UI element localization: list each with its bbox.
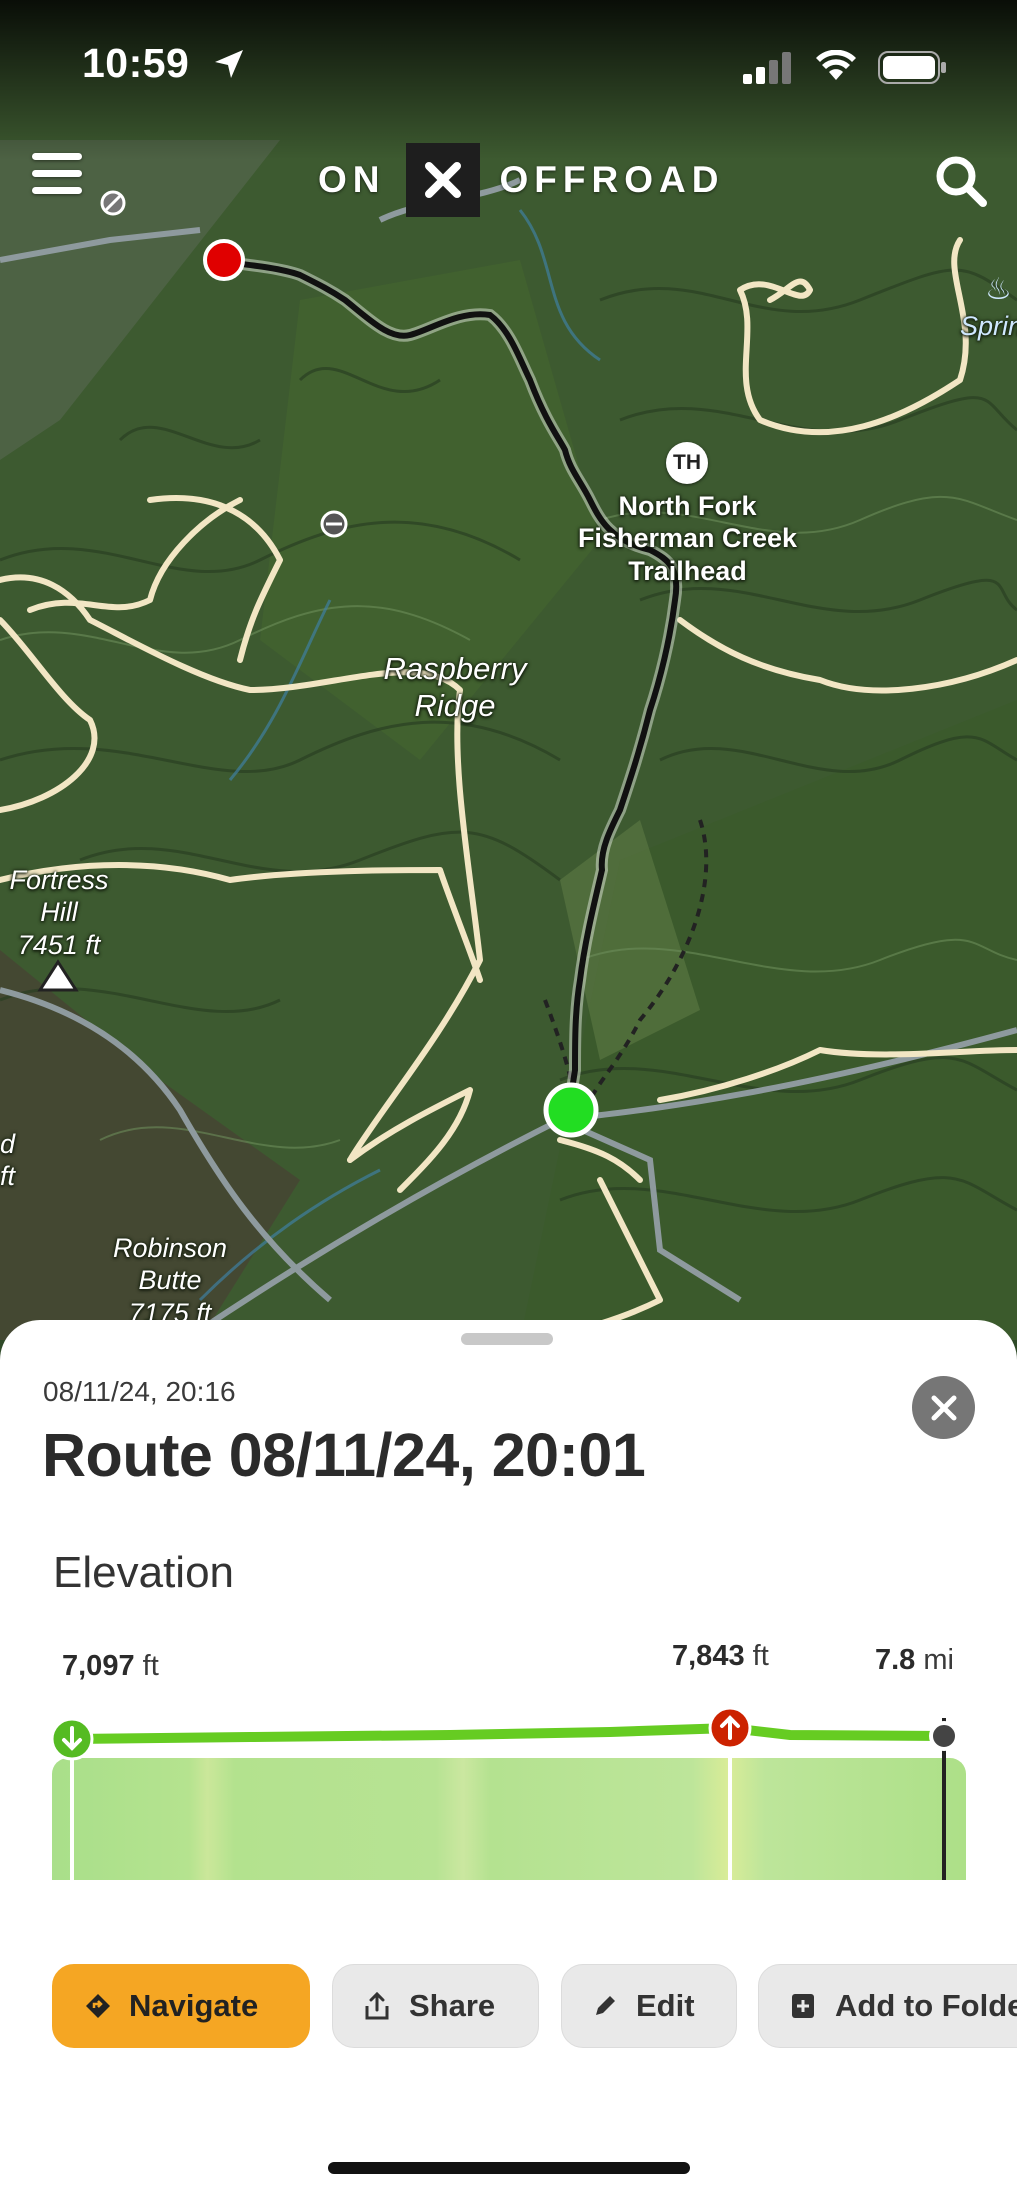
elevation-profile-line: [67, 1722, 949, 1744]
onx-offroad-logo: ON OFFROAD: [318, 143, 724, 217]
elevation-fill-area: [52, 1758, 966, 1880]
pencil-icon: [592, 1993, 618, 2019]
trailhead-badge-icon[interactable]: TH: [666, 442, 708, 484]
trailhead-label-line2: Fisherman Creek: [577, 523, 798, 554]
robinson-butte-label: Robinson Butte 7175 ft: [100, 1232, 240, 1329]
map-edge-label-left-1: d: [0, 1129, 16, 1159]
raspberry-ridge-line1: Raspberry: [383, 651, 527, 686]
battery-icon: [878, 51, 946, 84]
max-elevation-value: 7,843: [672, 1640, 745, 1672]
route-date: 08/11/24, 20:16: [43, 1376, 236, 1407]
trailhead-badge-text: TH: [673, 451, 701, 474]
robinson-butte-line1: Robinson: [112, 1233, 228, 1263]
max-elevation: 7,843 ft: [672, 1640, 769, 1673]
route-detail-sheet: 08/11/24, 20:16 Route 08/11/24, 20:01 El…: [0, 1320, 1017, 2200]
share-icon: [363, 1991, 391, 2021]
min-elevation-value: 7,097: [62, 1650, 135, 1682]
spring-icon: ♨: [985, 273, 1012, 306]
close-button[interactable]: [912, 1376, 975, 1439]
trailhead-label[interactable]: North Fork Fisherman Creek Trailhead: [565, 490, 810, 587]
fortress-hill-line1: Fortress: [9, 865, 109, 895]
trailhead-label-line1: North Fork: [618, 491, 757, 521]
high-point-marker: [708, 1706, 752, 1750]
route-title: Route 08/11/24, 20:01: [42, 1421, 646, 1489]
hamburger-menu-icon-bar3: [32, 187, 82, 194]
logo-text-right: OFFROAD: [499, 159, 725, 200]
min-elevation: 7,097 ft: [62, 1650, 159, 1683]
search-icon[interactable]: [934, 154, 988, 208]
road-closure-icon: [100, 190, 126, 216]
trailhead-label-line3: Trailhead: [628, 555, 747, 586]
map-edge-label-right: Sprin: [960, 311, 1017, 341]
route-distance: 7.8 mi: [875, 1644, 954, 1677]
status-bar: 10:59: [0, 0, 1017, 130]
navigate-diamond-icon: [85, 1993, 111, 2019]
hamburger-menu-icon: [32, 153, 82, 160]
hamburger-menu-icon-bar2: [32, 170, 82, 177]
fortress-hill-label: Fortress Hill 7451 ft: [0, 864, 118, 961]
fortress-hill-line2: Hill: [40, 897, 78, 928]
status-time: 10:59: [82, 40, 190, 86]
edit-label: Edit: [636, 1988, 695, 2023]
raspberry-ridge-label: Raspberry Ridge: [370, 650, 540, 724]
wifi-icon: [816, 50, 856, 80]
end-point-marker: [929, 1721, 959, 1751]
min-elevation-unit: ft: [142, 1650, 159, 1682]
menu-button[interactable]: [32, 153, 82, 199]
navigate-button[interactable]: Navigate: [52, 1964, 310, 2048]
edit-button[interactable]: Edit: [561, 1964, 737, 2048]
elevation-chart[interactable]: [50, 1680, 970, 1880]
app-screen: TH North Fork Fisherman Creek Trailhead …: [0, 0, 1017, 2200]
home-indicator[interactable]: [328, 2162, 690, 2174]
add-to-folder-label: Add to Folder: [835, 1988, 1017, 2023]
low-point-marker: [50, 1717, 94, 1761]
route-start-marker: [203, 239, 245, 281]
logo-text-left: ON: [318, 159, 386, 200]
add-folder-icon: [789, 1991, 817, 2021]
share-button[interactable]: Share: [332, 1964, 539, 2048]
map-edge-label-left: d ft: [0, 1128, 15, 1193]
fortress-hill-elevation: 7451 ft: [17, 929, 101, 960]
max-elevation-unit: ft: [752, 1640, 769, 1672]
gate-icon: [320, 510, 348, 538]
raspberry-ridge-line2: Ridge: [414, 688, 496, 724]
logo-x-icon: [424, 162, 461, 198]
robinson-butte-line2: Butte: [138, 1265, 202, 1296]
logo-mark: [405, 143, 480, 217]
location-arrow-icon: [215, 50, 243, 78]
navigate-label: Navigate: [129, 1988, 259, 2023]
route-end-marker: [543, 1082, 599, 1138]
route-distance-unit: mi: [923, 1644, 954, 1676]
add-to-folder-button[interactable]: Add to Folder: [758, 1964, 1017, 2048]
close-icon: [931, 1395, 956, 1420]
map-edge-label-left-2: ft: [0, 1161, 16, 1192]
route-distance-value: 7.8: [875, 1644, 916, 1676]
sheet-grabber[interactable]: [461, 1333, 553, 1345]
elevation-heading: Elevation: [53, 1548, 235, 1597]
cellular-signal-icon: [743, 52, 791, 84]
share-label: Share: [409, 1988, 496, 2023]
